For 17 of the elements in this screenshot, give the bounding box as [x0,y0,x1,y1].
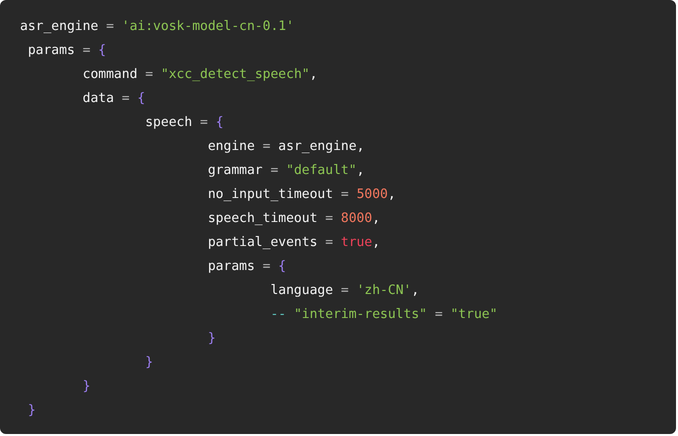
code-line: data = { [82,90,146,108]
code-line: asr_engine = 'ai:vosk-model-cn-0.1' [20,18,294,36]
code-line: params = { [206,258,286,276]
code-line: language = 'zh-CN', [269,282,420,300]
code-line: engine = asr_engine, [206,138,364,156]
code-line: no_input_timeout = 5000, [206,186,396,204]
code-line: speech = { [144,114,224,132]
code-line: } [144,354,154,372]
code-line: partial_events = true, [206,234,380,252]
code-line: speech_timeout = 8000, [206,210,380,228]
code-line: -- "interim-results" = "true" [269,306,498,324]
code-line: } [82,378,90,396]
code-line: command = "xcc_detect_speech", [82,66,318,84]
code-line: params = { [26,42,106,60]
code-line: grammar = "default", [206,162,364,180]
code-line: } [26,402,36,420]
code-line: } [206,330,216,348]
